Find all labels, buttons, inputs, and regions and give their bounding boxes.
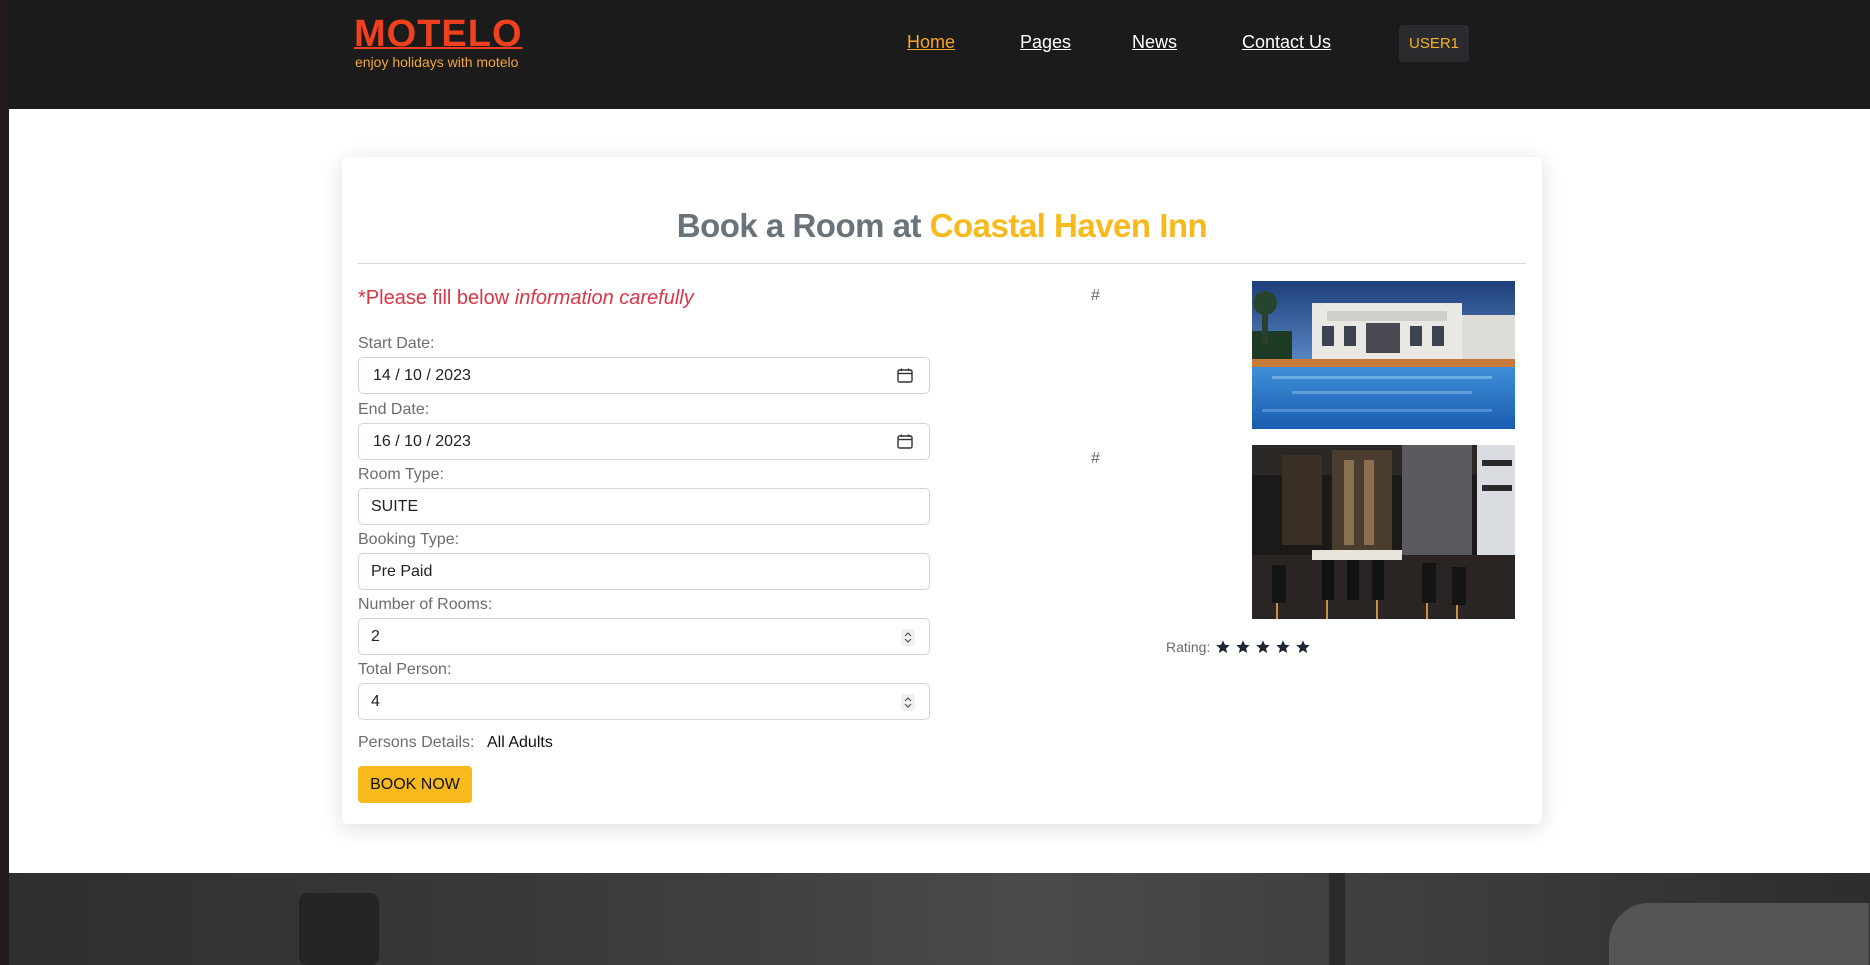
booking-type-label: Booking Type:	[358, 531, 460, 548]
total-person-label: Total Person:	[358, 661, 452, 678]
nav-pages-link[interactable]: Pages	[1020, 32, 1071, 53]
form-notice: *Please fill below information carefully	[358, 287, 694, 310]
nav-contact-link[interactable]: Contact Us	[1242, 32, 1331, 53]
booking-card: Book a Room at Coastal Haven Inn *Please…	[342, 157, 1542, 824]
total-person-input[interactable]: 4	[358, 683, 930, 720]
logo-tagline: enjoy holidays with motelo	[355, 54, 519, 70]
total-person-value: 4	[371, 693, 380, 710]
start-date-input[interactable]: 14 / 10 / 2023	[358, 357, 930, 394]
left-edge-strip	[0, 0, 9, 965]
star-icon	[1276, 640, 1291, 653]
logo-title[interactable]: MOTELO	[354, 14, 523, 54]
rating-stars	[1214, 639, 1314, 655]
site-header: MOTELO enjoy holidays with motelo Home P…	[9, 0, 1870, 109]
number-stepper-icon[interactable]	[901, 629, 915, 646]
num-rooms-label: Number of Rooms:	[358, 596, 493, 613]
notice-emphasis: information carefully	[514, 287, 694, 309]
booking-type-field[interactable]: Pre Paid	[358, 553, 930, 590]
hotel-pool-photo	[1252, 281, 1515, 429]
start-date-value: 14 / 10 / 2023	[373, 367, 471, 384]
room-type-value: SUITE	[371, 498, 419, 515]
footer-background-image	[9, 873, 1870, 965]
end-date-value: 16 / 10 / 2023	[373, 433, 471, 450]
calendar-icon[interactable]	[897, 368, 913, 383]
number-stepper-icon[interactable]	[901, 694, 915, 711]
user-menu-button[interactable]: USER1	[1399, 25, 1469, 62]
room-type-label: Room Type:	[358, 466, 444, 483]
notice-prefix: *Please fill below	[358, 287, 510, 309]
restaurant-interior-photo	[1252, 445, 1515, 619]
gallery-hash-link[interactable]: #	[1091, 287, 1100, 305]
hotel-name: Coastal Haven Inn	[929, 207, 1208, 244]
logo[interactable]: MOTELO enjoy holidays with motelo	[354, 14, 523, 70]
title-prefix: Book a Room at	[676, 207, 922, 244]
book-now-button[interactable]: BOOK NOW	[358, 766, 472, 803]
star-icon	[1216, 640, 1231, 653]
end-date-input[interactable]: 16 / 10 / 2023	[358, 423, 930, 460]
booking-type-value: Pre Paid	[371, 563, 433, 580]
star-icon	[1256, 640, 1271, 653]
persons-details-value: All Adults	[487, 734, 553, 751]
gallery-hash-link[interactable]: #	[1091, 450, 1100, 468]
nav-home-link[interactable]: Home	[907, 32, 955, 53]
num-rooms-input[interactable]: 2	[358, 618, 930, 655]
num-rooms-value: 2	[371, 628, 380, 645]
persons-details-label: Persons Details:	[358, 734, 475, 751]
end-date-label: End Date:	[358, 401, 430, 418]
page-title: Book a Room at Coastal Haven Inn	[342, 207, 1542, 245]
start-date-label: Start Date:	[358, 335, 435, 352]
calendar-icon[interactable]	[897, 434, 913, 449]
room-type-field[interactable]: SUITE	[358, 488, 930, 525]
hotel-rating: Rating:	[1166, 639, 1314, 655]
star-icon	[1296, 640, 1311, 653]
title-divider	[358, 263, 1526, 264]
star-icon	[1236, 640, 1251, 653]
nav-news-link[interactable]: News	[1132, 32, 1177, 53]
rating-label: Rating:	[1166, 639, 1211, 655]
